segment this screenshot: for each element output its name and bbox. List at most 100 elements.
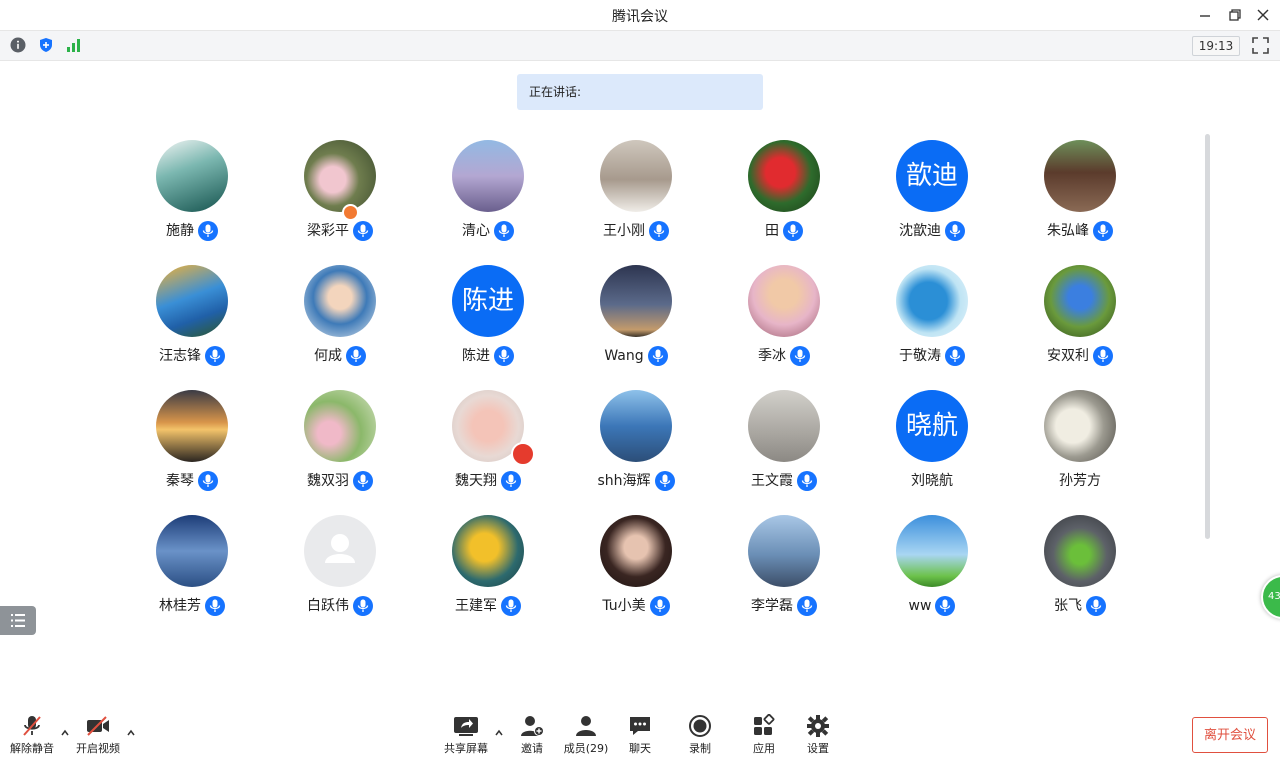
mic-icon[interactable] bbox=[205, 346, 225, 366]
participant-name-row: 李学磊 bbox=[710, 595, 858, 619]
mic-icon[interactable] bbox=[797, 471, 817, 491]
mic-icon[interactable] bbox=[945, 221, 965, 241]
apps-button[interactable]: 应用 bbox=[744, 712, 784, 760]
mic-icon[interactable] bbox=[353, 596, 373, 616]
participant-tile[interactable]: 秦琴 bbox=[118, 390, 266, 500]
participant-tile[interactable]: 田 bbox=[710, 140, 858, 250]
participant-tile[interactable]: 陈进 陈进 bbox=[414, 265, 562, 375]
participant-tile[interactable]: 安双利 bbox=[1006, 265, 1154, 375]
mic-icon[interactable] bbox=[353, 471, 373, 491]
record-button[interactable]: 录制 bbox=[680, 712, 720, 760]
avatar bbox=[1044, 140, 1116, 212]
participant-tile[interactable]: 魏天翔 bbox=[414, 390, 562, 500]
list-toggle-button[interactable] bbox=[0, 606, 36, 635]
participant-name-row: 安双利 bbox=[1006, 345, 1154, 369]
leave-meeting-button[interactable]: 离开会议 bbox=[1192, 717, 1268, 753]
participant-tile[interactable]: 于敬涛 bbox=[858, 265, 1006, 375]
mic-icon[interactable] bbox=[346, 346, 366, 366]
mic-icon[interactable] bbox=[198, 221, 218, 241]
participant-tile[interactable]: 王文霞 bbox=[710, 390, 858, 500]
avatar bbox=[748, 265, 820, 337]
chevron-up-icon[interactable] bbox=[126, 728, 136, 738]
participant-name: shh海辉 bbox=[597, 473, 651, 489]
share-label: 共享屏幕 bbox=[444, 742, 488, 755]
start-video-button[interactable]: 开启视频 bbox=[72, 712, 124, 760]
mic-icon[interactable] bbox=[649, 221, 669, 241]
mic-icon[interactable] bbox=[797, 596, 817, 616]
mic-icon[interactable] bbox=[649, 596, 670, 616]
chat-button[interactable]: 聊天 bbox=[620, 712, 660, 760]
participant-tile[interactable]: 晓航 刘晓航 bbox=[858, 390, 1006, 500]
avatar bbox=[304, 515, 376, 587]
mic-icon[interactable] bbox=[494, 221, 514, 241]
participant-name: 汪志锋 bbox=[159, 348, 201, 364]
participant-tile[interactable]: 朱弘峰 bbox=[1006, 140, 1154, 250]
participant-name-row: shh海辉 bbox=[562, 470, 710, 494]
unmute-button[interactable]: 解除静音 bbox=[6, 712, 58, 760]
participant-tile[interactable]: 孙芳方 bbox=[1006, 390, 1154, 500]
close-icon[interactable] bbox=[1252, 4, 1274, 26]
participant-name-row: 魏双羽 bbox=[266, 470, 414, 494]
participant-tile[interactable]: 魏双羽 bbox=[266, 390, 414, 500]
participant-grid: 施静 梁彩平 清心 王小刚田歆迪 沈歆迪 朱弘峰汪志锋 何成 陈进 陈进 Wang 季冰 于敬涛安双利… bbox=[118, 140, 1154, 630]
floating-ball[interactable]: 43 bbox=[1261, 575, 1280, 619]
participant-tile[interactable]: 李学磊 bbox=[710, 515, 858, 625]
mic-icon[interactable] bbox=[494, 346, 514, 366]
mic-icon[interactable] bbox=[790, 346, 810, 366]
participant-tile[interactable]: 张飞 bbox=[1006, 515, 1154, 625]
list-icon bbox=[11, 614, 25, 627]
participant-tile[interactable]: shh海辉 bbox=[562, 390, 710, 500]
participant-tile[interactable]: 歆迪 沈歆迪 bbox=[858, 140, 1006, 250]
participant-name: 安双利 bbox=[1047, 348, 1089, 364]
scrollbar[interactable] bbox=[1205, 134, 1210, 539]
participant-tile[interactable]: 王小刚 bbox=[562, 140, 710, 250]
mic-icon[interactable] bbox=[205, 596, 225, 616]
settings-button[interactable]: 设置 bbox=[798, 712, 838, 760]
chevron-up-icon[interactable] bbox=[60, 728, 70, 738]
signal-icon[interactable] bbox=[66, 37, 82, 53]
participant-name: 施静 bbox=[166, 223, 194, 239]
mic-icon[interactable] bbox=[783, 221, 803, 241]
title-bar: 腾讯会议 bbox=[0, 0, 1280, 30]
info-icon[interactable] bbox=[10, 37, 26, 53]
mic-icon[interactable] bbox=[198, 471, 218, 491]
record-label: 录制 bbox=[689, 742, 711, 755]
participant-tile[interactable]: 季冰 bbox=[710, 265, 858, 375]
mic-icon[interactable] bbox=[935, 596, 956, 616]
participant-name: 林桂芳 bbox=[159, 598, 201, 614]
fullscreen-icon[interactable] bbox=[1252, 37, 1269, 54]
mic-icon[interactable] bbox=[654, 471, 675, 491]
participant-tile[interactable]: Wang bbox=[562, 265, 710, 375]
participant-tile[interactable]: 梁彩平 bbox=[266, 140, 414, 250]
participant-tile[interactable]: 王建军 bbox=[414, 515, 562, 625]
mic-icon[interactable] bbox=[501, 596, 521, 616]
mic-icon[interactable] bbox=[647, 346, 668, 366]
restore-icon[interactable] bbox=[1224, 4, 1246, 26]
share-screen-button[interactable]: 共享屏幕 bbox=[440, 712, 492, 760]
minimize-icon[interactable] bbox=[1194, 4, 1216, 26]
participant-tile[interactable]: 白跃伟 bbox=[266, 515, 414, 625]
avatar bbox=[600, 265, 672, 337]
invite-button[interactable]: 邀请 bbox=[512, 712, 552, 760]
speaking-indicator: 正在讲话: bbox=[517, 74, 763, 110]
chevron-up-icon[interactable] bbox=[494, 728, 504, 738]
participant-tile[interactable]: Tu小美 bbox=[562, 515, 710, 625]
participant-name-row: 何成 bbox=[266, 345, 414, 369]
avatar bbox=[748, 390, 820, 462]
participant-tile[interactable]: 何成 bbox=[266, 265, 414, 375]
mic-icon[interactable] bbox=[1093, 221, 1113, 241]
participant-tile[interactable]: 汪志锋 bbox=[118, 265, 266, 375]
mic-icon[interactable] bbox=[501, 471, 521, 491]
settings-label: 设置 bbox=[807, 742, 829, 755]
participant-tile[interactable]: 林桂芳 bbox=[118, 515, 266, 625]
avatar: 晓航 bbox=[896, 390, 968, 462]
shield-icon[interactable] bbox=[38, 37, 54, 53]
mic-icon[interactable] bbox=[353, 221, 373, 241]
mic-icon[interactable] bbox=[1093, 346, 1113, 366]
members-button[interactable]: 成员(29) bbox=[560, 712, 612, 760]
participant-tile[interactable]: ww bbox=[858, 515, 1006, 625]
mic-icon[interactable] bbox=[1086, 596, 1106, 616]
participant-tile[interactable]: 清心 bbox=[414, 140, 562, 250]
participant-tile[interactable]: 施静 bbox=[118, 140, 266, 250]
mic-icon[interactable] bbox=[945, 346, 965, 366]
